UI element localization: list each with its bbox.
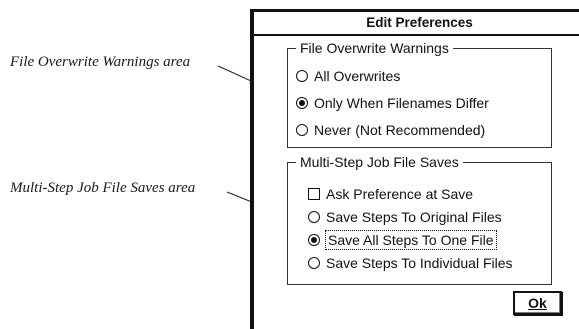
edit-preferences-dialog: Edit Preferences File Overwrite Warnings…: [250, 9, 579, 329]
radio-save-all-one-file[interactable]: Save All Steps To One File: [308, 230, 497, 250]
radio-label: Save Steps To Individual Files: [326, 255, 513, 271]
group-title-overwrite: File Overwrite Warnings: [296, 40, 453, 56]
radio-label: Save Steps To Original Files: [326, 209, 502, 225]
radio-label: Never (Not Recommended): [314, 122, 486, 138]
radio-button-unselected[interactable]: [308, 257, 320, 269]
radio-button-unselected[interactable]: [296, 124, 308, 136]
radio-never[interactable]: Never (Not Recommended): [296, 121, 485, 139]
checkbox-unchecked[interactable]: [308, 188, 320, 200]
radio-save-steps-original[interactable]: Save Steps To Original Files: [308, 208, 502, 226]
radio-label: Only When Filenames Differ: [314, 95, 489, 111]
checkbox-label: Ask Preference at Save: [326, 186, 474, 202]
callout-multistep-area: Multi-Step Job File Saves area: [10, 180, 196, 196]
radio-button-selected[interactable]: [296, 97, 308, 109]
radio-label-focused: Save All Steps To One File: [325, 230, 497, 250]
radio-button-unselected[interactable]: [308, 211, 320, 223]
dialog-title: Edit Preferences: [254, 12, 579, 36]
callout-overwrite-area: File Overwrite Warnings area: [10, 54, 191, 70]
radio-all-overwrites[interactable]: All Overwrites: [296, 67, 400, 85]
file-overwrite-warnings-group: File Overwrite Warnings All Overwrites O…: [287, 40, 552, 148]
radio-button-unselected[interactable]: [296, 70, 308, 82]
radio-save-steps-individual[interactable]: Save Steps To Individual Files: [308, 254, 513, 272]
ok-button[interactable]: Ok: [513, 291, 562, 315]
radio-only-when-filenames-differ[interactable]: Only When Filenames Differ: [296, 94, 489, 112]
group-title-multistep: Multi-Step Job File Saves: [296, 154, 463, 170]
radio-label: All Overwrites: [314, 68, 401, 84]
checkbox-ask-preference[interactable]: Ask Preference at Save: [308, 185, 473, 203]
radio-button-selected[interactable]: [308, 234, 320, 246]
multi-step-job-file-saves-group: Multi-Step Job File Saves Ask Preference…: [287, 154, 552, 285]
ok-button-label: Ok: [528, 295, 547, 311]
